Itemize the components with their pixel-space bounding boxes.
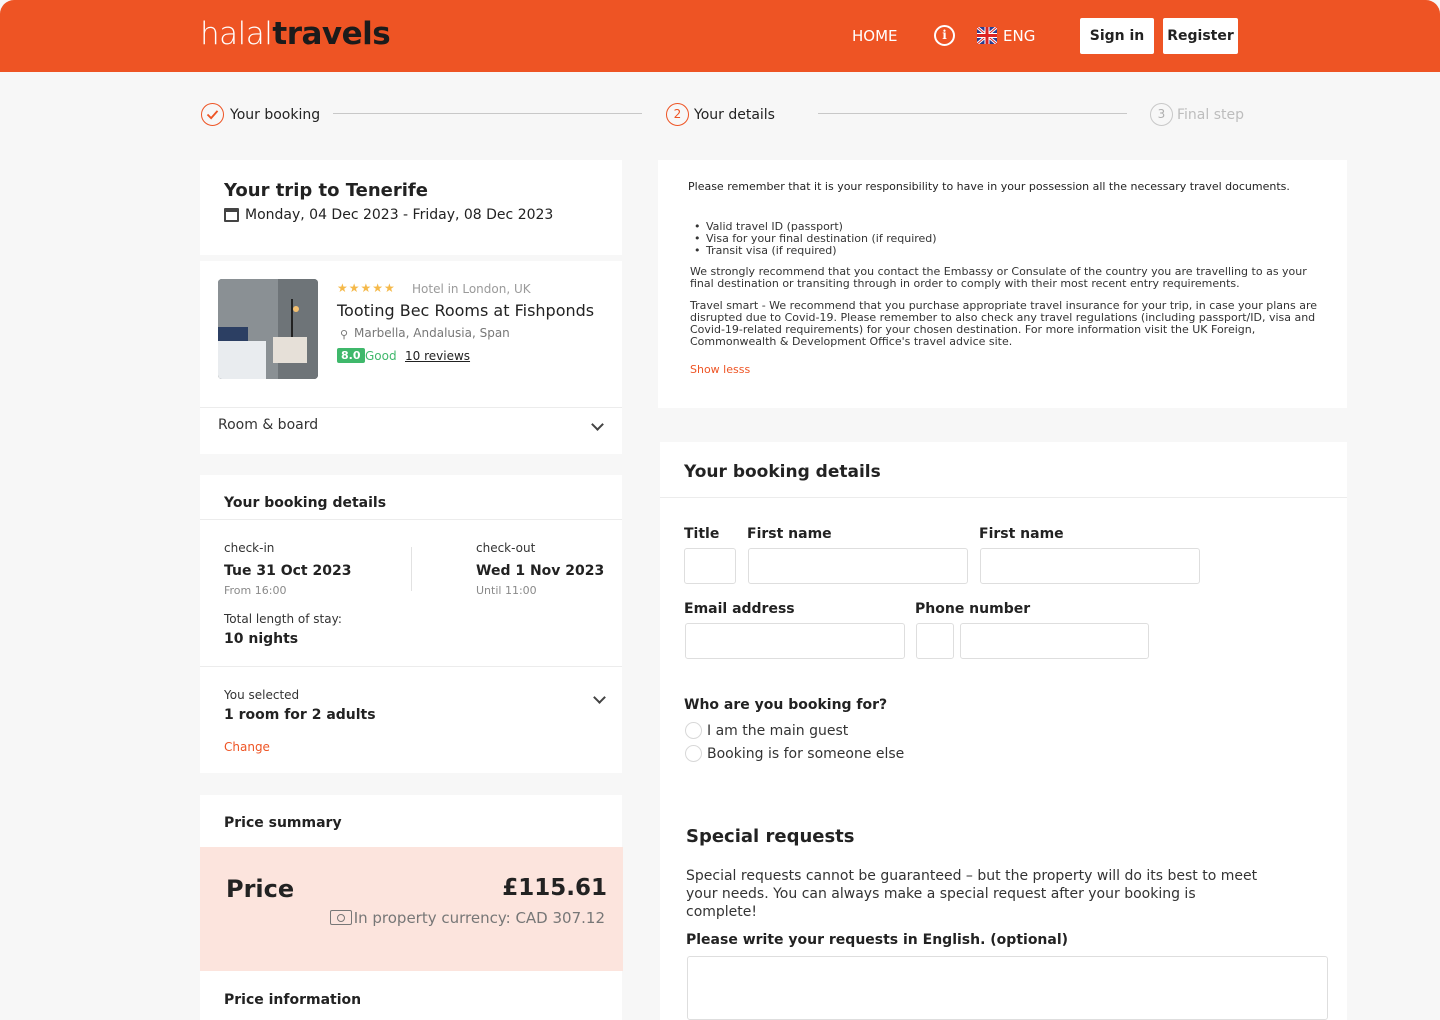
first-name-field[interactable] — [748, 548, 968, 584]
stay-length-label: Total length of stay: — [224, 612, 342, 626]
booking-for-label: Who are you booking for? — [684, 697, 888, 713]
step-label: Your booking — [230, 107, 321, 123]
hotel-card: ★★★★★ Hotel in London, UK Tooting Bec Ro… — [200, 261, 622, 454]
step-number: 2 — [666, 103, 689, 126]
list-item: Transit visa (if required) — [696, 245, 937, 257]
reviews-link[interactable]: 10 reviews — [405, 349, 470, 363]
notice-heading: Please remember that it is your responsi… — [688, 180, 1290, 193]
checkin-date: Tue 31 Oct 2023 — [224, 563, 352, 579]
divider — [200, 407, 622, 408]
hotel-type: Hotel in London, UK — [412, 282, 531, 296]
checkout-date: Wed 1 Nov 2023 — [476, 563, 605, 579]
radio-main-guest[interactable] — [685, 722, 702, 739]
special-requests-textarea[interactable] — [687, 956, 1328, 1020]
logo-text-light: halal — [200, 16, 273, 52]
register-button[interactable]: Register — [1163, 18, 1238, 54]
room-board-toggle[interactable]: Room & board — [218, 417, 318, 433]
checkout-label: check-out — [476, 541, 536, 555]
property-currency: In property currency: CAD 307.12 — [353, 909, 605, 927]
trip-title: Your trip to Tenerife — [224, 180, 428, 201]
special-requests-title: Special requests — [686, 826, 855, 847]
review-score-word: Good — [365, 349, 397, 363]
sign-in-button[interactable]: Sign in — [1080, 18, 1154, 54]
title-field[interactable] — [684, 548, 736, 584]
top-header: halaltravels HOME i ENG Sign in Register — [0, 0, 1440, 72]
review-score-badge: 8.0 — [337, 348, 365, 363]
trip-card: Your trip to Tenerife Monday, 04 Dec 202… — [200, 160, 622, 255]
price-summary-title: Price summary — [224, 815, 342, 831]
calendar-icon — [224, 208, 239, 222]
check-circle-icon — [201, 103, 224, 126]
step-label: Your details — [694, 107, 775, 123]
change-link[interactable]: Change — [224, 740, 270, 754]
divider — [200, 666, 622, 667]
documents-list: Valid travel ID (passport) Visa for your… — [696, 221, 937, 257]
booking-summary-card: Your booking details check-in Tue 31 Oct… — [200, 475, 622, 773]
info-icon[interactable]: i — [934, 25, 955, 46]
checkout-time: Until 11:00 — [476, 584, 537, 597]
hotel-photo[interactable] — [218, 279, 318, 379]
uk-flag-icon[interactable] — [977, 27, 997, 44]
step-connector — [818, 113, 1127, 114]
vertical-divider — [411, 547, 412, 591]
star-rating: ★★★★★ — [337, 281, 396, 295]
divider — [660, 497, 1347, 498]
second-name-field[interactable] — [980, 548, 1200, 584]
step-number: 3 — [1150, 103, 1173, 126]
notice-paragraph: Travel smart - We recommend that you pur… — [690, 299, 1317, 348]
nav-home-link[interactable]: HOME — [852, 27, 898, 45]
chevron-down-icon[interactable] — [593, 691, 606, 704]
show-less-link[interactable]: Show lesss — [690, 363, 750, 376]
form-title: Your booking details — [684, 462, 881, 482]
stay-length-value: 10 nights — [224, 631, 299, 647]
special-requests-label: Please write your requests in English. (… — [686, 932, 1069, 948]
phone-label: Phone number — [915, 601, 1031, 617]
checkin-label: check-in — [224, 541, 275, 555]
step-connector — [333, 113, 642, 114]
booking-details-form: Your booking details Title First name Fi… — [660, 442, 1347, 1020]
special-requests-text: Special requests cannot be guaranteed – … — [686, 868, 1258, 920]
halaltravels-logo[interactable]: halaltravels — [200, 16, 391, 52]
radio-someone-else-label[interactable]: Booking is for someone else — [707, 746, 904, 762]
language-selector[interactable]: ENG — [1003, 27, 1035, 45]
hotel-room-image — [218, 279, 318, 379]
chevron-down-icon[interactable] — [591, 418, 604, 431]
trip-dates: Monday, 04 Dec 2023 - Friday, 08 Dec 202… — [245, 207, 554, 223]
price-information-title: Price information — [224, 992, 362, 1008]
hotel-location: Marbella, Andalusia, Span — [354, 326, 510, 340]
title-label: Title — [684, 526, 720, 542]
price-label: Price — [226, 875, 295, 903]
location-pin-icon: ⚲ — [340, 328, 349, 341]
phone-number-field[interactable] — [960, 623, 1149, 659]
email-field[interactable] — [685, 623, 905, 659]
step-label: Final step — [1177, 107, 1244, 123]
checkin-time: From 16:00 — [224, 584, 287, 597]
price-summary-card: Price summary Price £115.61 In property … — [200, 795, 623, 1020]
hotel-name[interactable]: Tooting Bec Rooms at Fishponds — [337, 301, 594, 320]
phone-country-code-field[interactable] — [916, 623, 954, 659]
email-label: Email address — [684, 601, 795, 617]
notice-paragraph: We strongly recommend that you contact t… — [690, 265, 1307, 290]
money-icon — [330, 910, 352, 925]
second-name-label: First name — [979, 526, 1064, 542]
travel-documents-notice: Please remember that it is your responsi… — [658, 160, 1347, 408]
logo-text-bold: travels — [272, 16, 391, 52]
first-name-label: First name — [747, 526, 832, 542]
price-box: Price £115.61 In property currency: CAD … — [200, 847, 623, 971]
price-value: £115.61 — [502, 875, 607, 901]
booking-summary-title: Your booking details — [224, 495, 387, 511]
radio-main-guest-label[interactable]: I am the main guest — [707, 723, 848, 739]
divider — [200, 519, 622, 520]
selected-rooms: 1 room for 2 adults — [224, 707, 376, 723]
radio-someone-else[interactable] — [685, 745, 702, 762]
selected-label: You selected — [224, 688, 300, 702]
